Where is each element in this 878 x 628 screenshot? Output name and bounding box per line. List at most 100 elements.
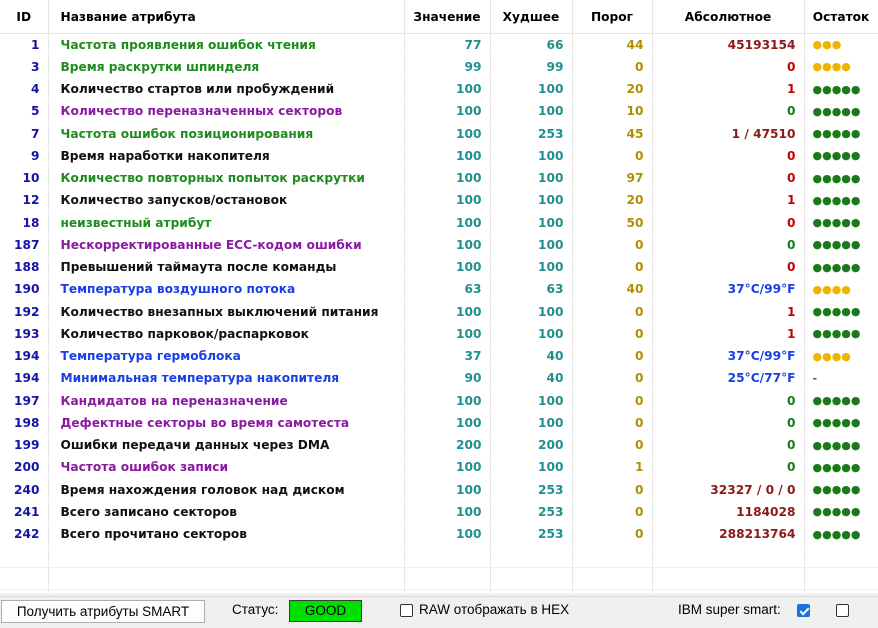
attr-value: 100 [404,300,491,324]
extra-checkbox[interactable] [836,604,849,617]
empty-row [0,567,878,591]
attr-name: Время раскрутки шпинделя [48,55,405,79]
attr-absolute: 0 [652,233,805,257]
col-header-worst[interactable]: Худшее [490,0,573,34]
attr-absolute: 1 [652,300,805,324]
attr-remaining: ●●●●● [804,322,878,346]
ibm-super-smart-checkbox[interactable] [797,604,810,617]
smart-attributes-grid[interactable]: ID Название атрибута Значение Худшее Пор… [0,0,878,593]
attr-threshold: 0 [572,300,653,324]
attr-name: Частота проявления ошибок чтения [48,33,405,57]
smart-table: ID Название атрибута Значение Худшее Пор… [0,0,878,593]
table-row[interactable]: 1 Частота проявления ошибок чтения 77 66 44 4… [0,33,878,57]
table-row[interactable]: 7 Частота ошибок позиционирования 100 253 45… [0,122,878,146]
table-row[interactable]: 194 Минимальная температура накопителя 90 4… [0,367,878,391]
attr-name: Всего прочитано секторов [48,523,405,546]
col-header-remaining[interactable]: Остаток [804,0,878,34]
col-header-value[interactable]: Значение [404,0,491,34]
empty-row [0,545,878,569]
attr-remaining: ●●●●● [804,478,878,502]
col-header-id[interactable]: ID [0,0,49,34]
table-row[interactable]: 242 Всего прочитано секторов 100 253 0 288213… [0,523,878,546]
table-row[interactable]: 193 Количество парковок/распарковок 100 100… [0,322,878,346]
col-header-name[interactable]: Название атрибута [48,0,405,34]
table-row[interactable]: 9 Время наработки накопителя 100 100 0 0 ●●●●● [0,144,878,168]
raw-hex-checkbox[interactable] [400,604,413,617]
col-header-threshold[interactable]: Порог [572,0,653,34]
attr-absolute: 1 [652,189,805,213]
empty-cell [0,545,49,569]
attr-remaining: ●●●●● [804,300,878,324]
attr-worst: 100 [490,211,573,235]
attr-remaining: ●●●●● [804,167,878,190]
get-smart-button[interactable]: Получить атрибуты SMART [1,600,205,623]
table-row[interactable]: 194 Температура гермоблока 37 40 0 37°C/99°F ●… [0,345,878,368]
attr-threshold: 0 [572,389,653,413]
attr-name: Температура гермоблока [48,345,405,368]
attr-absolute: 45193154 [652,33,805,57]
attr-threshold: 1 [572,456,653,480]
table-row[interactable]: 200 Частота ошибок записи 100 100 1 0 ●●●●● [0,456,878,480]
table-row[interactable]: 197 Кандидатов на переназначение 100 100 0 0 ●… [0,389,878,413]
attr-threshold: 0 [572,55,653,79]
attr-value: 100 [404,456,491,480]
table-row[interactable]: 10 Количество повторных попыток раскрутки… [0,167,878,190]
attr-name: Превышений таймаута после команды [48,256,405,279]
attr-absolute: 32327 / 0 / 0 [652,478,805,502]
table-row[interactable]: 4 Количество стартов или пробуждений 100 10… [0,78,878,101]
attr-remaining: ●●●●● [804,456,878,480]
attr-worst: 200 [490,434,573,457]
col-header-absolute[interactable]: Абсолютное [652,0,805,34]
attr-remaining: ●●●● [804,278,878,302]
table-row[interactable]: 192 Количество внезапных выключений питан… [0,300,878,324]
attr-worst: 253 [490,478,573,502]
table-row[interactable]: 18 неизвестный атрибут 100 100 50 0 ●●●●● [0,211,878,235]
attr-threshold: 0 [572,256,653,279]
status-badge: GOOD [289,600,362,622]
attr-worst: 66 [490,33,573,57]
attr-name: Количество повторных попыток раскрутки [48,167,405,190]
attr-name: Частота ошибок позиционирования [48,122,405,146]
attr-worst: 100 [490,189,573,213]
table-row[interactable]: 188 Превышений таймаута после команды 100 1… [0,256,878,279]
status-label: Статус: [232,602,279,617]
table-row[interactable]: 198 Дефектные секторы во время самотеста 1… [0,411,878,435]
attr-remaining: ●●●●● [804,523,878,546]
attr-remaining: ●●●●● [804,500,878,524]
attr-absolute: 37°C/99°F [652,345,805,368]
attr-value: 37 [404,345,491,368]
table-row[interactable]: 3 Время раскрутки шпинделя 99 99 0 0 ●●●● [0,55,878,79]
attr-worst: 100 [490,167,573,190]
attr-remaining: ●●●●● [804,233,878,257]
attr-worst: 100 [490,300,573,324]
table-row[interactable]: 199 Ошибки передачи данных через DMA 200 20… [0,434,878,457]
attr-remaining: ●●●● [804,55,878,79]
attr-remaining: ●●●●● [804,144,878,168]
attr-worst: 100 [490,256,573,279]
empty-row [0,589,878,593]
raw-hex-label[interactable]: RAW отображать в HEX [419,602,569,617]
attr-worst: 40 [490,345,573,368]
empty-cell [652,545,805,569]
attr-name: Всего записано секторов [48,500,405,524]
empty-cell [48,589,405,593]
attr-threshold: 0 [572,411,653,435]
empty-cell [572,567,653,591]
table-row[interactable]: 190 Температура воздушного потока 63 63 40 37… [0,278,878,302]
attr-worst: 100 [490,233,573,257]
attr-value: 100 [404,478,491,502]
attr-name: Минимальная температура накопителя [48,367,405,391]
attr-absolute: 0 [652,456,805,480]
empty-cell [572,589,653,593]
attr-remaining: - [804,367,878,391]
attr-name: Время наработки накопителя [48,144,405,168]
table-row[interactable]: 187 Нескорректированные ECC-кодом ошибки 1… [0,233,878,257]
table-row[interactable]: 5 Количество переназначенных секторов 100 1… [0,100,878,124]
attr-worst: 100 [490,322,573,346]
table-row[interactable]: 240 Время нахождения головок над диском 10… [0,478,878,502]
table-row[interactable]: 241 Всего записано секторов 100 253 0 1184028… [0,500,878,524]
attr-worst: 253 [490,500,573,524]
table-row[interactable]: 12 Количество запусков/остановок 100 100 20 1… [0,189,878,213]
attr-threshold: 0 [572,367,653,391]
empty-cell [490,545,573,569]
